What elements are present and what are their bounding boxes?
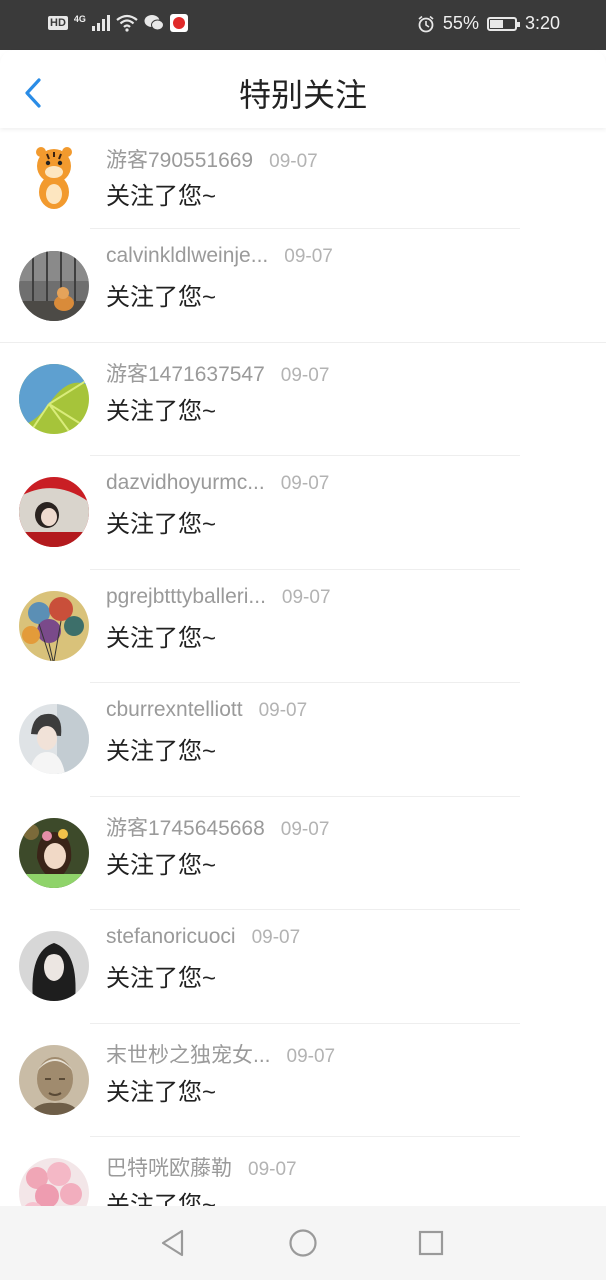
app-icon <box>169 14 188 32</box>
girl-red-avatar[interactable] <box>19 477 89 547</box>
list-item[interactable]: 游客1745645668 09-07 关注了您~ <box>0 797 606 910</box>
page-title: 特别关注 <box>238 77 367 113</box>
boy-avatar[interactable] <box>19 704 89 774</box>
item-meta: 末世杪之独宠女... 09-07 <box>106 1039 335 1069</box>
wechat-icon <box>144 15 164 31</box>
item-message: 关注了您~ <box>106 397 217 425</box>
old-man-avatar[interactable] <box>19 1044 89 1115</box>
item-message: 关注了您~ <box>106 511 217 538</box>
username[interactable]: cburrexntelliott <box>106 698 243 722</box>
username[interactable]: 巴特咣欧藤勒 <box>106 1152 232 1182</box>
list-item[interactable]: stefanoricuoci 09-07 关注了您~ <box>0 910 606 1024</box>
alarm-icon <box>418 15 434 32</box>
item-date: 09-07 <box>281 586 331 608</box>
username[interactable]: dazvidhoyurmc... <box>106 471 265 495</box>
dark-hair-avatar[interactable] <box>19 931 89 1001</box>
status-left: HD 4G <box>48 14 188 32</box>
username[interactable]: 游客790551669 <box>106 144 253 174</box>
item-meta: stefanoricuoci 09-07 <box>106 925 300 949</box>
list-item[interactable]: 巴特咣欧藤勒 09-07 关注了您~ <box>0 1137 606 1206</box>
item-message: 关注了您~ <box>106 284 217 311</box>
item-meta: dazvidhoyurmc... 09-07 <box>106 471 329 495</box>
leaf-avatar[interactable] <box>19 363 89 434</box>
recents-square-icon[interactable] <box>416 1228 446 1258</box>
header-bar: 特别关注 <box>0 50 606 128</box>
notification-list[interactable]: 游客790551669 09-07 关注了您~ calvinkldlweinje… <box>0 128 606 1206</box>
item-date: 09-07 <box>286 1045 336 1067</box>
username[interactable]: 末世杪之独宠女... <box>106 1039 271 1069</box>
clock-time: 3:20 <box>524 13 560 33</box>
item-message: 关注了您~ <box>106 624 217 652</box>
username[interactable]: 游客1471637547 <box>106 358 265 388</box>
item-meta: 游客790551669 09-07 <box>106 144 318 174</box>
battery-percent: 55% <box>442 13 479 33</box>
list-item[interactable]: 末世杪之独宠女... 09-07 关注了您~ <box>0 1024 606 1137</box>
back-triangle-icon[interactable] <box>158 1228 188 1258</box>
tiger-avatar[interactable] <box>19 142 89 212</box>
list-item[interactable]: cburrexntelliott 09-07 关注了您~ <box>0 683 606 797</box>
item-date: 09-07 <box>284 246 333 267</box>
item-meta: cburrexntelliott 09-07 <box>106 698 307 722</box>
item-meta: calvinkldlweinje... 09-07 <box>106 244 333 268</box>
list-item[interactable]: pgrejbtttyballeri... 09-07 关注了您~ <box>0 570 606 683</box>
item-date: 09-07 <box>248 1159 297 1180</box>
cat-avatar[interactable] <box>19 251 89 321</box>
item-message: 关注了您~ <box>106 183 217 210</box>
item-message: 关注了您~ <box>106 1192 217 1206</box>
item-date: 09-07 <box>280 364 330 386</box>
username[interactable]: pgrejbtttyballeri... <box>106 585 266 609</box>
username[interactable]: 游客1745645668 <box>106 812 265 842</box>
wifi-icon <box>116 14 138 32</box>
item-message: 关注了您~ <box>106 851 217 879</box>
pink-balloons-avatar[interactable] <box>19 1158 89 1206</box>
status-right: 55% 3:20 <box>417 13 560 34</box>
username[interactable]: calvinkldlweinje... <box>106 244 268 268</box>
item-date: 09-07 <box>269 151 318 172</box>
item-date: 09-07 <box>280 818 330 840</box>
item-meta: 巴特咣欧藤勒 09-07 <box>106 1152 297 1182</box>
item-meta: 游客1745645668 09-07 <box>106 812 329 842</box>
battery-icon <box>486 16 520 31</box>
item-date: 09-07 <box>251 927 301 948</box>
list-item[interactable]: 游客790551669 09-07 关注了您~ <box>0 128 606 229</box>
item-date: 09-07 <box>280 473 330 494</box>
hd-icon: HD <box>48 16 68 30</box>
system-nav-bar <box>0 1206 606 1280</box>
item-message: 关注了您~ <box>106 965 217 992</box>
item-date: 09-07 <box>258 700 308 721</box>
status-bar: HD 4G 55% 3:20 <box>0 0 606 50</box>
girl-flower-avatar[interactable] <box>19 817 89 888</box>
battery-fill <box>489 19 504 28</box>
item-message: 关注了您~ <box>106 738 217 765</box>
balloons-avatar[interactable] <box>19 590 89 661</box>
item-message: 关注了您~ <box>106 1078 217 1106</box>
network-type: 4G <box>73 14 86 24</box>
home-circle-icon[interactable] <box>288 1228 318 1258</box>
item-meta: 游客1471637547 09-07 <box>106 358 329 388</box>
list-item[interactable]: calvinkldlweinje... 09-07 关注了您~ <box>0 229 606 343</box>
signal-icon <box>91 15 110 31</box>
username[interactable]: stefanoricuoci <box>106 925 236 949</box>
list-item[interactable]: dazvidhoyurmc... 09-07 关注了您~ <box>0 456 606 570</box>
list-item[interactable]: 游客1471637547 09-07 关注了您~ <box>0 343 606 456</box>
item-meta: pgrejbtttyballeri... 09-07 <box>106 585 331 609</box>
